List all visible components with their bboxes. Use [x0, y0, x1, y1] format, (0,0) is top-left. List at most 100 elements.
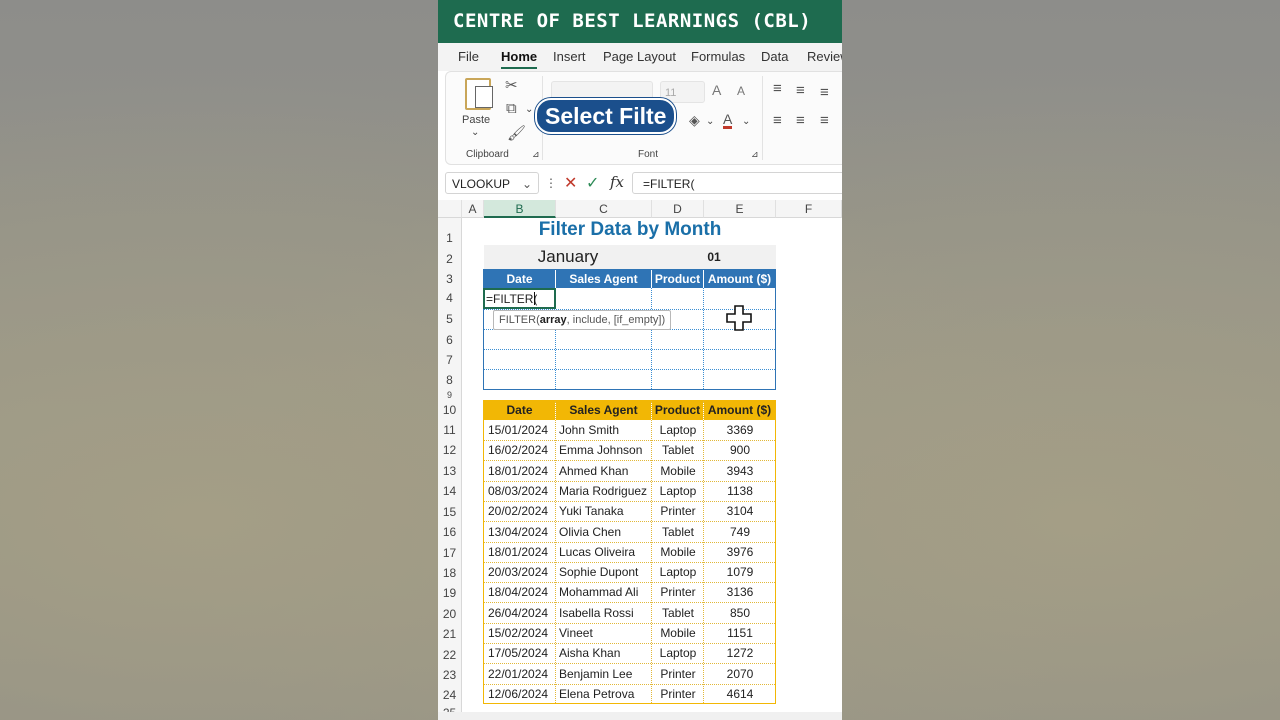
table-cell[interactable]: 26/04/2024 — [488, 606, 556, 620]
table-cell[interactable]: 18/01/2024 — [488, 545, 556, 559]
grow-font-icon[interactable]: A — [712, 82, 721, 98]
table-cell[interactable]: Printer — [652, 667, 704, 681]
row-header[interactable]: 21 — [438, 624, 462, 645]
row-header[interactable]: 18 — [438, 563, 462, 583]
table-cell[interactable]: 900 — [704, 443, 776, 457]
table-cell[interactable]: Vineet — [559, 626, 652, 640]
cancel-icon[interactable]: ✕ — [564, 173, 577, 193]
row-header[interactable]: 1 — [438, 228, 462, 249]
table-cell[interactable]: 20/03/2024 — [488, 565, 556, 579]
row-header[interactable]: 15 — [438, 502, 462, 522]
table-cell[interactable]: Benjamin Lee — [559, 667, 652, 681]
chevron-down-icon[interactable]: ⌄ — [525, 104, 533, 115]
tab-insert[interactable]: Insert — [553, 49, 586, 64]
table-cell[interactable]: 3104 — [704, 504, 776, 518]
format-painter-icon[interactable]: 🖌 — [507, 124, 526, 142]
align-left-icon[interactable]: ≡ — [773, 112, 782, 129]
function-tooltip[interactable]: FILTER(array, include, [if_empty]) — [493, 310, 672, 330]
table-cell[interactable]: 4614 — [704, 687, 776, 701]
table-cell[interactable]: 12/06/2024 — [488, 687, 556, 701]
table-cell[interactable]: 2070 — [704, 667, 776, 681]
shrink-font-icon[interactable]: A — [737, 84, 745, 98]
table-cell[interactable]: Tablet — [652, 443, 704, 457]
table-cell[interactable]: Laptop — [652, 646, 704, 660]
table-cell[interactable]: Aisha Khan — [559, 646, 652, 660]
column-header-c[interactable]: C — [556, 200, 652, 218]
align-center-icon[interactable]: ≡ — [796, 112, 805, 129]
table-cell[interactable]: 15/02/2024 — [488, 626, 556, 640]
font-color-icon[interactable]: A — [723, 112, 733, 129]
table-cell[interactable]: Emma Johnson — [559, 443, 652, 457]
row-header[interactable]: 20 — [438, 604, 462, 624]
table-cell[interactable]: Ahmed Khan — [559, 464, 652, 478]
table-cell[interactable]: Laptop — [652, 423, 704, 437]
paste-button[interactable]: Paste ⌄ — [458, 76, 494, 138]
table-cell[interactable]: Printer — [652, 687, 704, 701]
table-cell[interactable]: Printer — [652, 504, 704, 518]
table-cell[interactable]: Sophie Dupont — [559, 565, 652, 579]
table-cell[interactable]: Tablet — [652, 525, 704, 539]
row-header[interactable]: 7 — [438, 350, 462, 370]
table-cell[interactable]: 18/04/2024 — [488, 585, 556, 599]
copy-icon[interactable]: ⧉ — [506, 100, 517, 117]
cut-icon[interactable]: ✂ — [505, 76, 518, 94]
align-middle-icon[interactable]: ≡ — [796, 82, 805, 99]
table-cell[interactable]: 3369 — [704, 423, 776, 437]
table-cell[interactable]: 17/05/2024 — [488, 646, 556, 660]
column-header-b[interactable]: B — [484, 200, 556, 218]
row-header[interactable]: 12 — [438, 440, 462, 461]
table-cell[interactable]: 1272 — [704, 646, 776, 660]
enter-icon[interactable]: ✓ — [586, 173, 599, 193]
tab-home[interactable]: Home — [501, 49, 538, 69]
table-cell[interactable]: Mobile — [652, 464, 704, 478]
table-cell[interactable]: Mobile — [652, 545, 704, 559]
chevron-down-icon[interactable]: ⌄ — [742, 116, 750, 127]
row-header[interactable]: 5 — [438, 309, 462, 330]
row-header[interactable]: 14 — [438, 481, 462, 502]
column-header-f[interactable]: F — [776, 200, 842, 218]
row-header[interactable]: 10 — [438, 400, 462, 420]
table-cell[interactable]: 1151 — [704, 626, 776, 640]
row-header[interactable]: 11 — [438, 420, 462, 440]
table-cell[interactable]: Elena Petrova — [559, 687, 652, 701]
row-header[interactable]: 24 — [438, 685, 462, 706]
row-header[interactable]: 3 — [438, 270, 462, 288]
table-cell[interactable]: Laptop — [652, 484, 704, 498]
row-header[interactable]: 9 — [438, 390, 462, 400]
row-header[interactable]: 13 — [438, 461, 462, 481]
formula-input[interactable]: =FILTER( — [632, 172, 842, 194]
align-right-icon[interactable]: ≡ — [820, 112, 829, 129]
table-cell[interactable]: 3976 — [704, 545, 776, 559]
row-header[interactable]: 6 — [438, 330, 462, 350]
align-top-icon[interactable]: ≡ — [773, 80, 782, 97]
chevron-down-icon[interactable]: ⌄ — [706, 116, 714, 127]
table-cell[interactable]: 850 — [704, 606, 776, 620]
table-cell[interactable]: 22/01/2024 — [488, 667, 556, 681]
dialog-launcher-icon[interactable]: ⊿ — [532, 149, 540, 160]
table-cell[interactable]: 15/01/2024 — [488, 423, 556, 437]
table-cell[interactable]: Lucas Oliveira — [559, 545, 652, 559]
table-cell[interactable]: 1079 — [704, 565, 776, 579]
tab-data[interactable]: Data — [761, 49, 788, 64]
column-header-e[interactable]: E — [704, 200, 776, 218]
table-cell[interactable]: Tablet — [652, 606, 704, 620]
row-header[interactable]: 4 — [438, 288, 462, 309]
name-box[interactable]: VLOOKUP ⌄ — [445, 172, 539, 194]
align-bottom-icon[interactable]: ≡ — [820, 84, 829, 101]
column-header-a[interactable]: A — [462, 200, 484, 218]
table-cell[interactable]: Laptop — [652, 565, 704, 579]
select-all-corner[interactable] — [438, 200, 462, 218]
row-header[interactable]: 23 — [438, 665, 462, 685]
row-header[interactable]: 22 — [438, 645, 462, 665]
row-header[interactable]: 16 — [438, 522, 462, 543]
tab-file[interactable]: File — [458, 49, 479, 64]
table-cell[interactable]: 3136 — [704, 585, 776, 599]
table-cell[interactable]: John Smith — [559, 423, 652, 437]
more-icon[interactable]: ⋮ — [545, 176, 557, 190]
table-cell[interactable]: 16/02/2024 — [488, 443, 556, 457]
tab-page-layout[interactable]: Page Layout — [603, 49, 676, 64]
dialog-launcher-icon[interactable]: ⊿ — [751, 149, 759, 160]
table-cell[interactable]: Mohammad Ali — [559, 585, 652, 599]
table-cell[interactable]: Mobile — [652, 626, 704, 640]
table-cell[interactable]: 20/02/2024 — [488, 504, 556, 518]
